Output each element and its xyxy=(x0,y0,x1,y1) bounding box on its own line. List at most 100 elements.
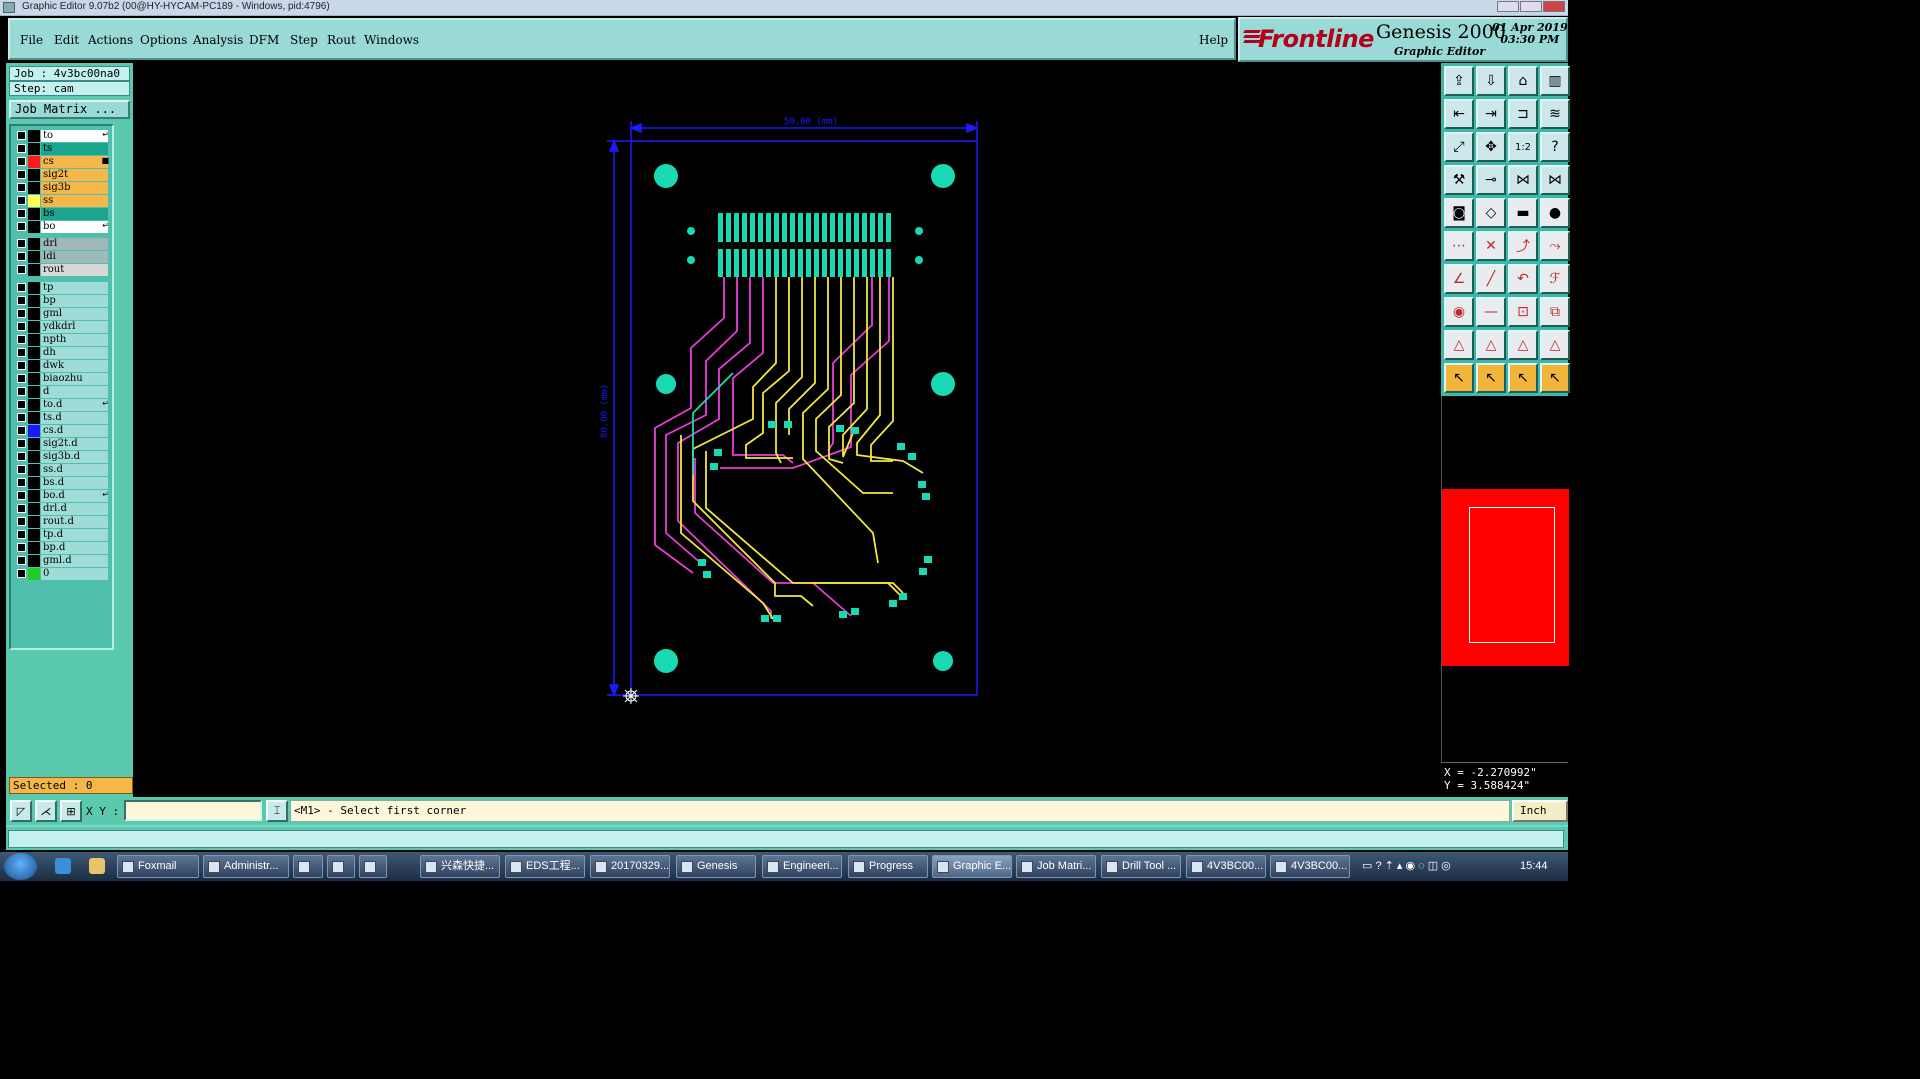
layer-row[interactable]: cs ■ xyxy=(13,156,111,168)
layer-checkbox[interactable] xyxy=(17,222,26,231)
layer-name[interactable]: sig3b.d xyxy=(41,451,108,463)
zoom-fit-icon[interactable]: ⤢ xyxy=(1444,132,1474,162)
layer-row[interactable]: dh xyxy=(13,347,111,359)
taskbar-item[interactable]: Engineeri... xyxy=(762,855,842,878)
layer-row[interactable]: ydkdrl xyxy=(13,321,111,333)
layer-checkbox[interactable] xyxy=(17,296,26,305)
layer-checkbox[interactable] xyxy=(17,239,26,248)
taskbar-item[interactable] xyxy=(327,855,355,878)
net-icon[interactable]: ⋈ xyxy=(1508,165,1538,195)
layout-icon[interactable]: ▥ xyxy=(1540,66,1570,96)
layer-name[interactable]: sig3b xyxy=(41,182,108,194)
layer-row[interactable]: ts.d xyxy=(13,412,111,424)
layer-row[interactable]: bo ↵ xyxy=(13,221,111,233)
layer-name[interactable]: rout.d xyxy=(41,516,108,528)
home-icon[interactable]: ⌂ xyxy=(1508,66,1538,96)
layer-name[interactable]: ss.d xyxy=(41,464,108,476)
layer-row[interactable]: ss xyxy=(13,195,111,207)
layer-row[interactable]: drl xyxy=(13,238,111,250)
layer-row[interactable]: drl.d xyxy=(13,503,111,515)
layer-checkbox[interactable] xyxy=(17,309,26,318)
layer-checkbox[interactable] xyxy=(17,361,26,370)
layer-name[interactable]: bp.d xyxy=(41,542,108,554)
layer-name[interactable]: to xyxy=(41,130,108,142)
layer-row[interactable]: 0 xyxy=(13,568,111,580)
pan-icon[interactable]: ✥ xyxy=(1476,132,1506,162)
layer-checkbox[interactable] xyxy=(17,170,26,179)
layer-name[interactable]: to.d xyxy=(41,399,108,411)
job-matrix-button[interactable]: Job Matrix ... xyxy=(9,100,130,119)
taskbar-item[interactable] xyxy=(359,855,387,878)
pointer3-icon[interactable]: ↖ xyxy=(1508,363,1538,393)
layer-checkbox[interactable] xyxy=(17,491,26,500)
layer-checkbox[interactable] xyxy=(17,517,26,526)
maximize-button[interactable] xyxy=(1520,1,1542,12)
layer-row[interactable]: tp xyxy=(13,282,111,294)
layer-checkbox[interactable] xyxy=(17,465,26,474)
menu-windows[interactable]: Windows xyxy=(364,33,419,47)
taskbar-item[interactable]: 4V3BC00... xyxy=(1270,855,1350,878)
stretch-icon[interactable]: ≋ xyxy=(1540,99,1570,129)
layer-checkbox[interactable] xyxy=(17,478,26,487)
cut-icon[interactable]: — xyxy=(1476,297,1506,327)
resize-icon[interactable]: ⊡ xyxy=(1508,297,1538,327)
layer-checkbox[interactable] xyxy=(17,504,26,513)
layer-checkbox[interactable] xyxy=(17,265,26,274)
layer-name[interactable]: bo xyxy=(41,221,108,233)
taskbar-item[interactable]: EDS工程... xyxy=(505,855,585,878)
triangle3-icon[interactable]: △ xyxy=(1508,330,1538,360)
layer-name[interactable]: tp.d xyxy=(41,529,108,541)
taskbar-item[interactable]: Graphic E... xyxy=(932,855,1012,878)
layer-checkbox[interactable] xyxy=(17,348,26,357)
taskbar-item[interactable]: Foxmail xyxy=(117,855,199,878)
pad-icon[interactable]: ● xyxy=(1540,198,1570,228)
layer-name[interactable]: drl.d xyxy=(41,503,108,515)
layer-row[interactable]: ts xyxy=(13,143,111,155)
layer-checkbox[interactable] xyxy=(17,426,26,435)
unit-selector[interactable]: Inch xyxy=(1512,800,1568,822)
pointer4-icon[interactable]: ↖ xyxy=(1540,363,1570,393)
export-icon[interactable]: ⇥ xyxy=(1476,99,1506,129)
layer-checkbox[interactable] xyxy=(17,157,26,166)
import-icon[interactable]: ⇤ xyxy=(1444,99,1474,129)
layer-row[interactable]: bp.d xyxy=(13,542,111,554)
layer-checkbox[interactable] xyxy=(17,439,26,448)
pointer2-icon[interactable]: ↖ xyxy=(1476,363,1506,393)
help-icon[interactable]: ? xyxy=(1540,132,1570,162)
taskbar-item[interactable]: 4V3BC00... xyxy=(1186,855,1266,878)
explorer-icon[interactable] xyxy=(89,858,105,874)
layer-name[interactable]: sig2t xyxy=(41,169,108,181)
line-icon[interactable]: ⤳ xyxy=(1540,231,1570,261)
connect-icon[interactable]: ⋯ xyxy=(1444,231,1474,261)
layer-row[interactable]: bo.d ↵ xyxy=(13,490,111,502)
layer-name[interactable]: gml.d xyxy=(41,555,108,567)
layer-row[interactable]: rout.d xyxy=(13,516,111,528)
layer-name[interactable]: npth xyxy=(41,334,108,346)
layer-checkbox[interactable] xyxy=(17,543,26,552)
menu-edit[interactable]: Edit xyxy=(54,33,79,47)
layer-checkbox[interactable] xyxy=(17,322,26,331)
layer-row[interactable]: sig2t xyxy=(13,169,111,181)
layer-name[interactable]: cs.d xyxy=(41,425,108,437)
layer-name[interactable]: tp xyxy=(41,282,108,294)
menu-help[interactable]: Help xyxy=(1199,33,1228,47)
grid-mode-button[interactable]: ⊞ xyxy=(60,800,82,822)
start-button[interactable] xyxy=(4,853,37,880)
menu-options[interactable]: Options xyxy=(140,33,187,47)
layer-name[interactable]: drl xyxy=(41,238,108,250)
layer-checkbox[interactable] xyxy=(17,530,26,539)
layer-row[interactable]: tp.d xyxy=(13,529,111,541)
layer-checkbox[interactable] xyxy=(17,556,26,565)
layer-row[interactable]: to.d ↵ xyxy=(13,399,111,411)
layer-name[interactable]: bp xyxy=(41,295,108,307)
probe-icon[interactable]: ⊸ xyxy=(1476,165,1506,195)
layer-row[interactable]: bp xyxy=(13,295,111,307)
layer-checkbox[interactable] xyxy=(17,413,26,422)
layer-name[interactable]: ldi xyxy=(41,251,108,263)
taskbar-item[interactable]: 20170329... xyxy=(590,855,670,878)
layer-checkbox[interactable] xyxy=(17,144,26,153)
layer-checkbox[interactable] xyxy=(17,335,26,344)
triangle-icon[interactable]: △ xyxy=(1444,330,1474,360)
net2-icon[interactable]: ⋈ xyxy=(1540,165,1570,195)
move-icon[interactable]: ⤴ xyxy=(1508,231,1538,261)
